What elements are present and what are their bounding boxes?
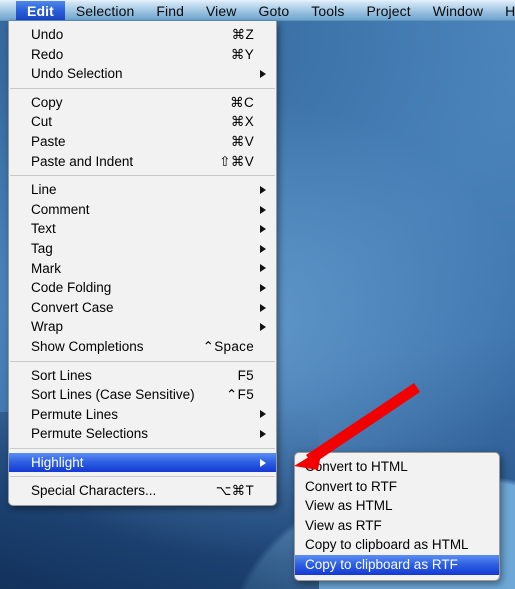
menu-item-paste-shortcut: ⌘V [230,133,254,149]
menu-item-cut-shortcut: ⌘X [230,114,254,130]
menu-item-permute-lines[interactable]: Permute Lines [9,405,276,425]
submenu-item-view-as-rtf-label: View as RTF [305,517,382,533]
menu-item-mark[interactable]: Mark [9,259,276,279]
menu-item-undo-shortcut: ⌘Z [231,27,254,42]
submenu-item-copy-to-clipboard-as-rtf[interactable]: Copy to clipboard as RTF [295,554,499,575]
menubar-item-help[interactable]: Help [494,1,515,20]
menu-item-permute-selections-label: Permute Selections [31,426,149,442]
submenu-item-convert-to-html[interactable]: Convert to HTML [295,457,499,477]
menu-separator [10,87,275,89]
menu-item-tag[interactable]: Tag [9,239,276,259]
menu-separator [10,175,275,177]
menu-item-permute-selections[interactable]: Permute Selections [9,424,276,444]
menubar-item-edit[interactable]: Edit [16,0,65,20]
menu-item-highlight[interactable]: Highlight [9,452,276,473]
menu-item-undo-label: Undo [31,27,64,42]
submenu-item-convert-to-rtf[interactable]: Convert to RTF [295,477,499,497]
chevron-right-icon [260,69,266,78]
menu-item-special-characters-label: Special Characters... [31,483,157,499]
menu-item-show-completions-label: Show Completions [31,338,144,354]
menubar-item-view[interactable]: View [195,1,248,20]
menu-item-paste[interactable]: Paste ⌘V [9,132,276,152]
chevron-right-icon [260,264,266,273]
menu-item-show-completions-shortcut: ⌃Space [202,338,254,354]
menu-item-comment[interactable]: Comment [9,200,276,220]
submenu-item-view-as-html-label: View as HTML [305,498,393,514]
menu-item-sort-lines-shortcut: F5 [237,367,254,383]
chevron-right-icon [260,458,266,467]
menu-item-tag-label: Tag [31,240,53,256]
menu-item-paste-label: Paste [31,133,66,149]
chevron-right-icon [260,225,266,234]
menu-item-redo-label: Redo [31,46,64,62]
menu-item-convert-case[interactable]: Convert Case [9,298,276,318]
chevron-right-icon [260,410,266,419]
menu-item-paste-and-indent-label: Paste and Indent [31,153,134,169]
menubar-item-goto[interactable]: Goto [247,1,300,20]
menubar-item-tools[interactable]: Tools [300,1,355,20]
chevron-right-icon [260,430,266,439]
menu-item-show-completions[interactable]: Show Completions ⌃Space [9,337,276,357]
menu-bar: Edit Selection Find View Goto Tools Project Win… [0,0,515,21]
menu-item-line-label: Line [31,182,57,198]
menu-item-mark-label: Mark [31,260,61,276]
menu-item-copy-label: Copy [31,94,63,110]
chevron-right-icon [260,185,266,194]
menu-item-undo-selection-label: Undo Selection [31,66,123,82]
menu-item-sort-lines-case-sensitive-shortcut: ⌃F5 [226,387,254,403]
chevron-right-icon [260,205,266,214]
menu-item-code-folding-label: Code Folding [31,280,112,296]
menu-item-convert-case-label: Convert Case [31,299,114,315]
menu-item-undo[interactable]: Undo ⌘Z [9,25,276,45]
chevron-right-icon [260,303,266,312]
edit-dropdown-menu: Undo ⌘Z Redo ⌘Y Undo Selection Copy ⌘C Cut ⌘X Pas… [8,21,277,507]
menu-item-line[interactable]: Line [9,180,276,200]
menubar-item-window[interactable]: Window [422,1,494,20]
submenu-item-copy-to-clipboard-as-rtf-label: Copy to clipboard as RTF [305,556,458,572]
menu-item-special-characters[interactable]: Special Characters... ⌥⌘T [9,481,276,501]
menu-item-highlight-label: Highlight [31,454,84,470]
menu-item-sort-lines[interactable]: Sort Lines F5 [9,366,276,386]
submenu-item-copy-to-clipboard-as-html-label: Copy to clipboard as HTML [305,537,469,553]
submenu-item-copy-to-clipboard-as-html[interactable]: Copy to clipboard as HTML [295,535,499,555]
menu-separator [10,447,275,449]
menubar-item-find[interactable]: Find [145,1,195,20]
menu-item-comment-label: Comment [31,201,90,217]
menu-item-redo[interactable]: Redo ⌘Y [9,45,276,65]
menu-item-redo-shortcut: ⌘Y [230,46,254,62]
menu-item-undo-selection[interactable]: Undo Selection [9,64,276,84]
menu-item-text[interactable]: Text [9,219,276,239]
menu-item-wrap[interactable]: Wrap [9,317,276,337]
menu-item-special-characters-shortcut: ⌥⌘T [215,483,254,499]
menu-item-sort-lines-case-sensitive[interactable]: Sort Lines (Case Sensitive) ⌃F5 [9,385,276,405]
menubar-item-selection[interactable]: Selection [65,1,146,20]
highlight-submenu: Convert to HTML Convert to RTF View as HTM… [294,452,500,581]
submenu-item-view-as-html[interactable]: View as HTML [295,496,499,516]
menu-item-cut[interactable]: Cut ⌘X [9,112,276,132]
menu-item-paste-and-indent[interactable]: Paste and Indent ⇧⌘V [9,152,276,172]
chevron-right-icon [260,244,266,253]
menubar-item-project[interactable]: Project [355,1,421,20]
menu-item-text-label: Text [31,221,56,237]
chevron-right-icon [260,283,266,292]
menu-item-permute-lines-label: Permute Lines [31,406,119,422]
menu-item-sort-lines-case-sensitive-label: Sort Lines (Case Sensitive) [31,387,195,403]
menu-item-sort-lines-label: Sort Lines [31,367,92,383]
menu-item-copy-shortcut: ⌘C [230,94,254,110]
menu-item-cut-label: Cut [31,114,53,130]
menu-item-copy[interactable]: Copy ⌘C [9,93,276,113]
submenu-item-view-as-rtf[interactable]: View as RTF [295,516,499,536]
menu-separator [10,476,275,478]
submenu-item-convert-to-rtf-label: Convert to RTF [305,478,398,494]
menu-item-wrap-label: Wrap [31,319,64,335]
menu-separator [10,360,275,362]
menu-item-paste-and-indent-shortcut: ⇧⌘V [219,153,254,169]
menu-item-code-folding[interactable]: Code Folding [9,278,276,298]
chevron-right-icon [260,323,266,332]
submenu-item-convert-to-html-label: Convert to HTML [305,459,408,474]
